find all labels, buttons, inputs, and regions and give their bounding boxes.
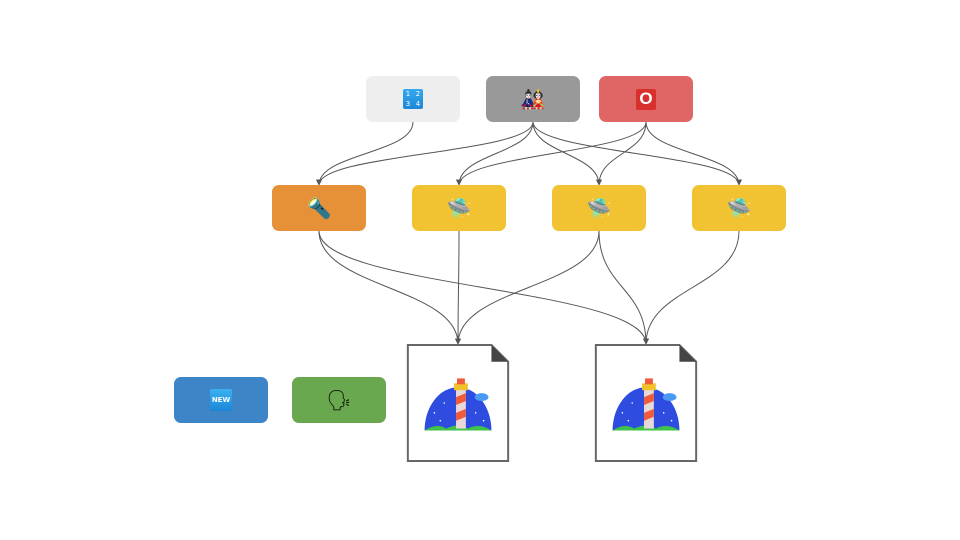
- edge-arrow: [456, 121, 534, 186]
- digit: 1: [405, 90, 411, 98]
- flashlight-node[interactable]: 🔦: [272, 185, 366, 231]
- speaking-head-icon: 🗣: [326, 388, 352, 412]
- digit: 2: [415, 90, 421, 98]
- ufo-icon: 🛸: [446, 196, 472, 220]
- ufo-node[interactable]: 🛸: [552, 185, 646, 231]
- new-button-icon: NEW: [210, 389, 232, 411]
- input-numbers-node[interactable]: 1 2 3 4: [366, 76, 460, 122]
- edge-arrow: [532, 121, 742, 186]
- ufo-node[interactable]: 🛸: [692, 185, 786, 231]
- edge-arrow: [532, 121, 602, 186]
- edge-arrow: [318, 230, 461, 345]
- edge-arrow: [318, 230, 649, 345]
- ufo-icon: 🛸: [586, 196, 612, 220]
- edge-arrow: [316, 121, 414, 186]
- flashlight-icon: 🔦: [306, 196, 332, 220]
- input-numbers-icon: 1 2 3 4: [403, 89, 423, 109]
- o-button-node[interactable]: O: [599, 76, 693, 122]
- speaking-head-node[interactable]: 🗣: [292, 377, 386, 423]
- digit: 3: [405, 100, 411, 108]
- edge-arrow: [645, 121, 742, 186]
- japanese-dolls-node[interactable]: 🎎: [486, 76, 580, 122]
- edge-arrow: [455, 230, 462, 345]
- new-button-node[interactable]: NEW: [174, 377, 268, 423]
- edge-arrow: [316, 121, 534, 186]
- edge-arrow: [643, 230, 740, 345]
- lighthouse-document-node[interactable]: [594, 344, 698, 462]
- edge-arrow: [598, 230, 649, 345]
- lighthouse-document-node[interactable]: [406, 344, 510, 462]
- ufo-icon: 🛸: [726, 196, 752, 220]
- edge-arrow: [455, 230, 600, 345]
- ufo-node[interactable]: 🛸: [412, 185, 506, 231]
- edge-arrow: [456, 121, 647, 186]
- o-button-icon: O: [636, 88, 656, 110]
- japanese-dolls-icon: 🎎: [520, 87, 546, 111]
- digit: 4: [415, 100, 421, 108]
